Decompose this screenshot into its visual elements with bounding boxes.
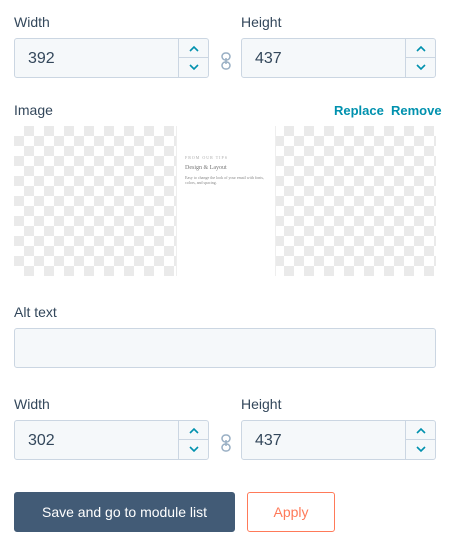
width-stepper[interactable] [178,421,208,459]
replace-link[interactable]: Replace [334,103,384,118]
height-stepper[interactable] [405,39,435,77]
height-value[interactable]: 437 [255,50,282,68]
remove-link[interactable]: Remove [391,103,442,118]
height-decrement-button[interactable] [406,440,435,459]
width-value[interactable]: 392 [28,50,55,68]
width-label: Width [14,14,50,30]
image-thumbnail: FROM OUR TIPS Design & Layout Easy to ch… [176,126,276,276]
thumbnail-heading: Design & Layout [185,165,227,171]
height-increment-button[interactable] [406,421,435,440]
apply-button[interactable]: Apply [247,492,335,532]
save-and-go-to-module-list-button[interactable]: Save and go to module list [14,492,235,532]
height-stepper[interactable] [405,421,435,459]
chevron-down-icon [415,446,426,453]
height-decrement-button[interactable] [406,58,435,77]
chevron-down-icon [188,446,199,453]
width-label: Width [14,396,50,412]
width-decrement-button[interactable] [179,440,208,459]
alt-text-input[interactable] [14,328,436,368]
image-preview[interactable]: FROM OUR TIPS Design & Layout Easy to ch… [14,126,436,276]
image-label: Image [14,102,53,118]
link-icon[interactable] [220,434,232,452]
width-value[interactable]: 302 [28,432,55,450]
width-field[interactable]: 302 [14,420,209,460]
thumbnail-body: Easy to change the look of your email wi… [185,175,264,185]
width-increment-button[interactable] [179,39,208,58]
width-increment-button[interactable] [179,421,208,440]
height-value[interactable]: 437 [255,432,282,450]
chevron-up-icon [415,427,426,434]
chevron-down-icon [415,64,426,71]
chevron-up-icon [188,427,199,434]
thumbnail-kicker: FROM OUR TIPS [185,155,228,160]
height-field[interactable]: 437 [241,420,436,460]
height-label: Height [241,14,282,30]
height-label: Height [241,396,282,412]
alt-text-label: Alt text [14,304,57,320]
height-field[interactable]: 437 [241,38,436,78]
width-decrement-button[interactable] [179,58,208,77]
chevron-up-icon [415,45,426,52]
link-icon[interactable] [220,52,232,70]
chevron-down-icon [188,64,199,71]
width-field[interactable]: 392 [14,38,209,78]
chevron-up-icon [188,45,199,52]
width-stepper[interactable] [178,39,208,77]
height-increment-button[interactable] [406,39,435,58]
